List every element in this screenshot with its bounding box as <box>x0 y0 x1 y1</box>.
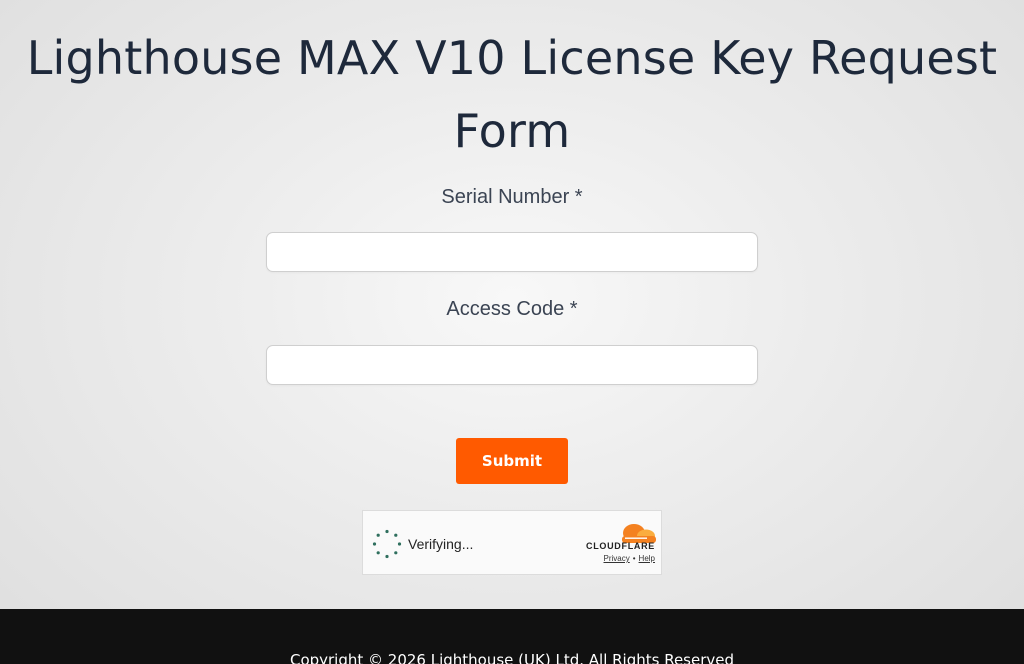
submit-button[interactable]: Submit <box>456 438 568 484</box>
privacy-link[interactable]: Privacy <box>604 554 630 563</box>
captcha-links: Privacy • Help <box>577 554 656 564</box>
cloudflare-cloud-icon <box>622 524 656 543</box>
link-separator: • <box>632 554 636 563</box>
access-code-label: Access Code * <box>446 298 578 320</box>
cloudflare-turnstile-widget[interactable]: Verifying... CLOUDFLARE Privacy • Help <box>362 510 662 575</box>
page-title: Lighthouse MAX V10 License Key Request F… <box>26 31 998 158</box>
access-code-input[interactable] <box>266 345 758 385</box>
serial-number-label: Serial Number * <box>441 186 583 208</box>
help-link[interactable]: Help <box>639 554 655 563</box>
verification-status-text: Verifying... <box>408 536 474 552</box>
main-content: Lighthouse MAX V10 License Key Request F… <box>0 0 1024 609</box>
page-footer: Copyright © 2026 Lighthouse (UK) Ltd. Al… <box>0 609 1024 664</box>
loading-spinner-icon <box>372 529 402 559</box>
copyright-text: Copyright © 2026 Lighthouse (UK) Ltd. Al… <box>289 651 735 664</box>
cloudflare-wordmark: CLOUDFLARE <box>586 541 655 551</box>
serial-number-input[interactable] <box>266 232 758 272</box>
